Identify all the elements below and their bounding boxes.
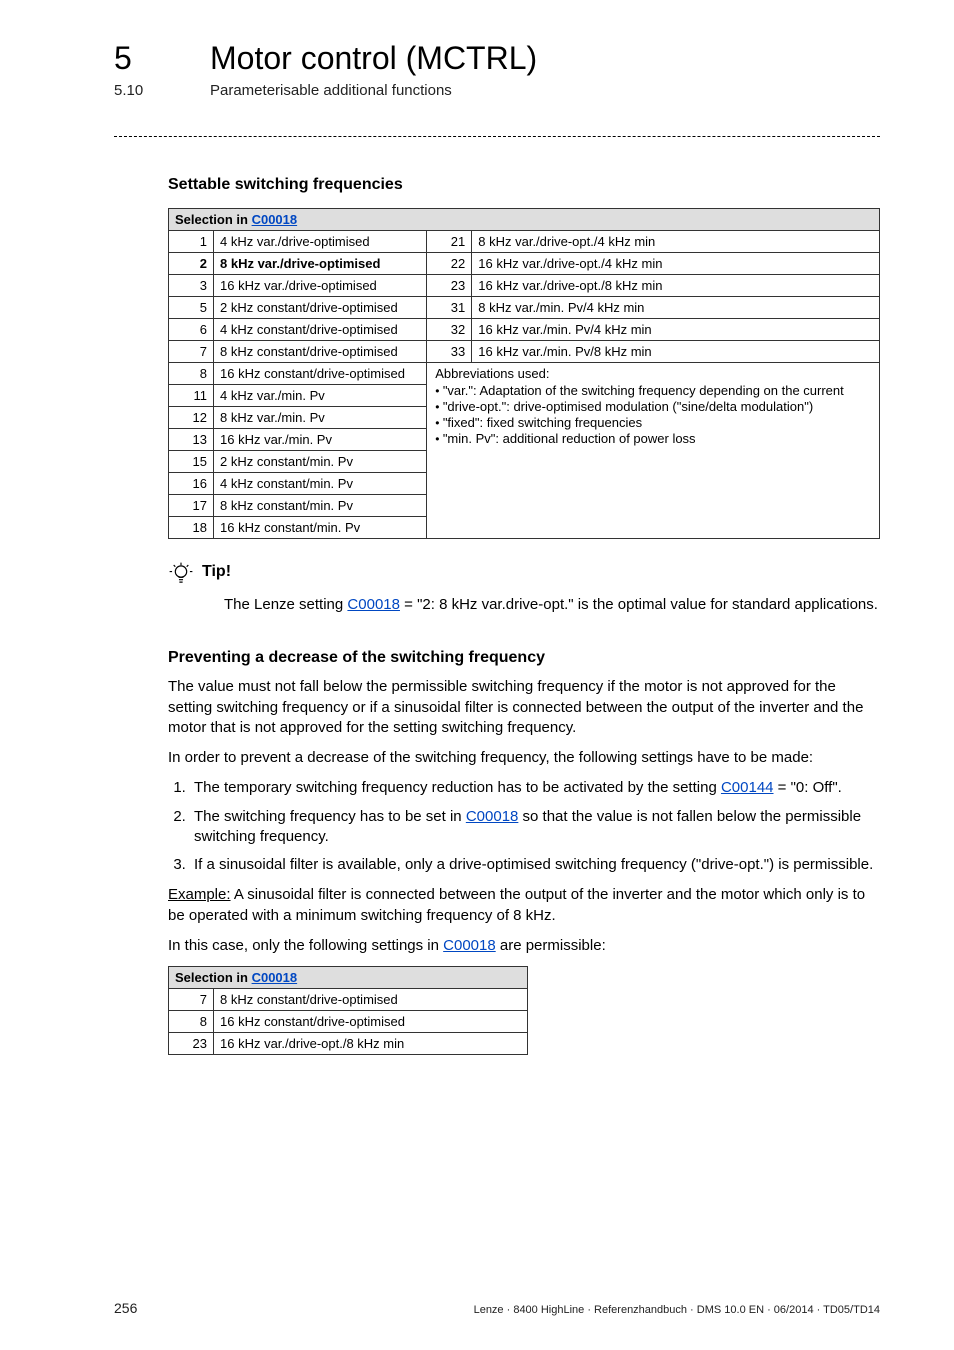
settable-table-header: Selection in C00018 [169, 209, 880, 231]
abbr-title: Abbreviations used: [433, 366, 873, 381]
table-row: 28 kHz var./drive-optimised2216 kHz var.… [169, 253, 880, 275]
section-number: 5.10 [114, 82, 143, 99]
para3-link[interactable]: C00018 [443, 937, 496, 954]
small-table: Selection in C00018 78 kHz constant/driv… [168, 966, 528, 1055]
small-table-header-link[interactable]: C00018 [252, 970, 298, 985]
table-row: 78 kHz constant/drive-optimised3316 kHz … [169, 341, 880, 363]
table-row: 52 kHz constant/drive-optimised318 kHz v… [169, 297, 880, 319]
prevent-heading: Preventing a decrease of the switching f… [168, 649, 880, 667]
tip-label: Tip! [202, 563, 231, 581]
settable-table-header-prefix: Selection in [175, 212, 252, 227]
settable-table: Selection in C00018 14 kHz var./drive-op… [168, 208, 880, 539]
table-row: 816 kHz constant/drive-optimised [169, 1011, 528, 1033]
table-row: 78 kHz constant/drive-optimised [169, 989, 528, 1011]
chapter-number: 5 [114, 40, 132, 77]
settable-heading: Settable switching frequencies [168, 176, 880, 194]
table-row: 14 kHz var./drive-optimised218 kHz var./… [169, 231, 880, 253]
step-item: The switching frequency has to be set in… [190, 807, 880, 848]
settable-table-header-link[interactable]: C00018 [252, 212, 298, 227]
chapter-title: Motor control (MCTRL) [210, 40, 537, 77]
section-title: Parameterisable additional functions [210, 82, 452, 99]
table-row: 64 kHz constant/drive-optimised3216 kHz … [169, 319, 880, 341]
page-number: 256 [114, 1300, 137, 1316]
abbr-item: "var.": Adaptation of the switching freq… [433, 383, 873, 398]
abbr-item: "min. Pv": additional reduction of power… [433, 431, 873, 446]
tip-link[interactable]: C00018 [347, 596, 400, 613]
abbr-cell: Abbreviations used: "var.": Adaptation o… [427, 363, 880, 539]
table-row: 316 kHz var./drive-optimised2316 kHz var… [169, 275, 880, 297]
example-label: Example: [168, 886, 231, 903]
tip-block: Tip! [168, 561, 880, 587]
abbr-item: "drive-opt.": drive-optimised modulation… [433, 399, 873, 414]
table-row: 816 kHz constant/drive-optimised Abbrevi… [169, 363, 880, 385]
lightbulb-icon [168, 561, 194, 587]
table-row: 2316 kHz var./drive-opt./8 kHz min [169, 1033, 528, 1055]
abbr-item: "fixed": fixed switching frequencies [433, 415, 873, 430]
step-item: The temporary switching frequency reduct… [190, 778, 880, 798]
prevent-para2: In order to prevent a decrease of the sw… [168, 748, 880, 768]
example-para: Example: A sinusoidal filter is connecte… [168, 885, 880, 926]
tip-text: The Lenze setting C00018 = "2: 8 kHz var… [224, 595, 880, 615]
footer-imprint: Lenze · 8400 HighLine · Referenzhandbuch… [474, 1304, 880, 1316]
step-item: If a sinusoidal filter is available, onl… [190, 855, 880, 875]
step2-link[interactable]: C00018 [466, 808, 519, 825]
prevent-steps: The temporary switching frequency reduct… [168, 778, 880, 875]
divider [114, 136, 880, 137]
step1-link[interactable]: C00144 [721, 779, 774, 796]
prevent-para1: The value must not fall below the permis… [168, 677, 880, 738]
prevent-para3: In this case, only the following setting… [168, 936, 880, 956]
small-table-header: Selection in C00018 [169, 967, 528, 989]
